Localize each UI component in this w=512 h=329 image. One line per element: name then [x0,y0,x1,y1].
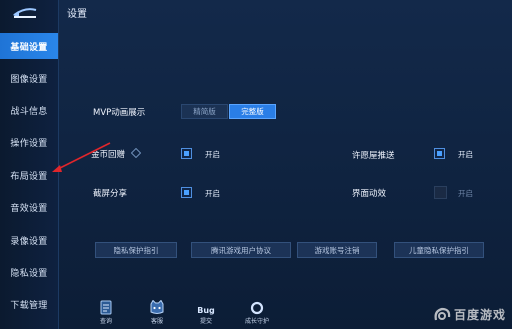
ui-motion-checkbox[interactable] [434,186,447,199]
mvp-option-full[interactable]: 完整版 [229,104,276,119]
screenshot-share-label: 截屏分享 [93,189,128,199]
sidebar-item-privacy[interactable]: 隐私设置 [0,259,58,285]
ring-icon [250,301,264,315]
ui-motion-state: 开启 [458,189,473,198]
child-privacy-guide-button[interactable]: 儿童隐私保护指引 [394,242,484,258]
bug-report-button[interactable]: Bug 提交 [192,299,220,325]
bug-icon: Bug [197,306,215,315]
wish-push-state: 开启 [458,150,473,159]
sidebar-item-layout[interactable]: 布局设置 [0,162,58,188]
ui-motion-label: 界面动效 [352,189,387,199]
sidebar: 基础设置 图像设置 战斗信息 操作设置 布局设置 音效设置 录像设置 隐私设置 … [0,0,59,329]
sidebar-item-battle-info[interactable]: 战斗信息 [0,97,58,123]
sidebar-item-downloads[interactable]: 下载管理 [0,291,58,317]
info-diamond-icon[interactable] [131,148,141,158]
coin-replay-state: 开启 [205,150,220,159]
wish-push-checkbox[interactable] [434,148,445,159]
sidebar-item-audio[interactable]: 音效设置 [0,194,58,220]
growth-guard-label: 成长守护 [244,318,269,325]
baidu-games-watermark: 百度游戏 [433,306,506,323]
screenshot-share-checkbox[interactable] [181,187,192,198]
growth-guard-button[interactable]: 成长守护 [243,299,271,325]
coin-replay-checkbox[interactable] [181,148,192,159]
customer-service-label: 客服 [150,318,163,325]
sidebar-item-basic[interactable]: 基础设置 [0,33,58,59]
user-agreement-button[interactable]: 腾讯游戏用户协议 [191,242,291,258]
query-label: 查询 [99,318,112,325]
service-cat-icon [150,300,164,314]
mvp-option-lite[interactable]: 精简版 [181,104,228,119]
baidu-games-logo-icon [434,307,451,320]
sidebar-item-controls[interactable]: 操作设置 [0,129,58,155]
wish-push-label: 许愿屋推送 [352,151,395,161]
sidebar-item-recording[interactable]: 录像设置 [0,227,58,253]
customer-service-button[interactable]: 客服 [143,299,171,325]
privacy-guide-button[interactable]: 隐私保护指引 [95,242,177,258]
settings-panel: 设置 MVP动画展示 精简版 完整版 金币回赠 开启 许愿屋推送 开启 截屏分享… [59,0,512,329]
bug-report-label: 提交 [199,318,212,325]
query-button[interactable]: 查询 [92,299,120,325]
page-title: 设置 [67,9,87,20]
screenshot-share-state: 开启 [205,189,220,198]
back-arrow-icon [13,8,37,18]
watermark-text: 百度游戏 [453,308,506,322]
mvp-label: MVP动画展示 [93,108,146,118]
account-deletion-button[interactable]: 游戏账号注销 [297,242,377,258]
document-icon [100,300,112,315]
coin-replay-label: 金币回赠 [91,150,126,160]
sidebar-item-image[interactable]: 图像设置 [0,65,58,91]
back-button[interactable] [8,4,42,22]
